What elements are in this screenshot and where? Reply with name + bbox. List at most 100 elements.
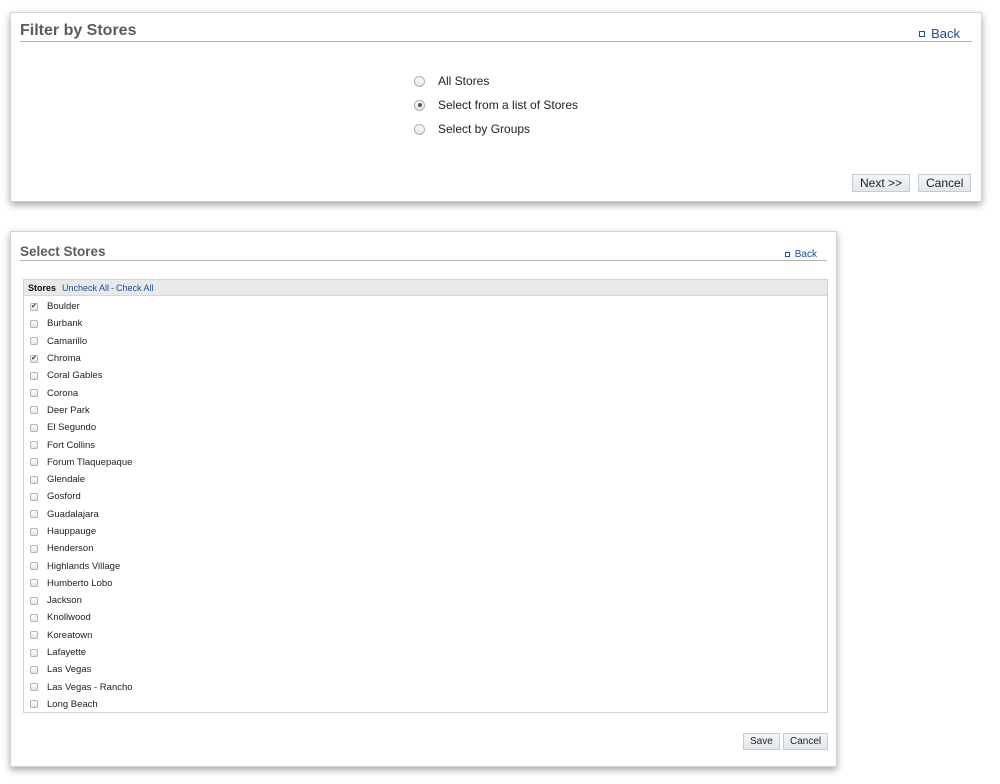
store-name: Knollwood (47, 612, 91, 624)
stores-list-header: Stores Uncheck All - Check All (24, 280, 827, 296)
store-name: Guadalajara (47, 508, 99, 520)
next-button[interactable]: Next >> (852, 174, 911, 192)
checkbox[interactable] (30, 613, 38, 622)
store-name: Highlands Village (47, 560, 121, 572)
store-list: ✔ Boulder Burbank Camarillo ✔ Chroma Coral Gab… (24, 296, 827, 712)
checkbox[interactable] (30, 319, 38, 328)
store-name: Corona (47, 387, 79, 399)
store-item[interactable]: Camarillo (24, 333, 827, 350)
store-name: Jackson (47, 595, 82, 607)
store-name: Humberto Lobo (47, 577, 113, 589)
checkbox[interactable] (30, 458, 38, 467)
store-name: Henderson (47, 543, 94, 555)
store-item[interactable]: Henderson (24, 540, 827, 557)
option-label: Select by Groups (438, 122, 531, 136)
link-separator: - (111, 282, 115, 293)
checkbox[interactable] (30, 371, 38, 380)
store-name: Gosford (47, 491, 81, 503)
store-name: Long Beach (47, 698, 98, 710)
store-item[interactable]: Glendale (24, 471, 827, 488)
store-item[interactable]: El Segundo (24, 419, 827, 436)
store-item[interactable]: Lafayette (24, 644, 827, 661)
checkbox[interactable] (30, 579, 38, 588)
stores-list-label: Stores (28, 282, 57, 293)
store-item[interactable]: Jackson (24, 592, 827, 609)
store-item[interactable]: ✔ Chroma (24, 350, 827, 367)
select-stores-panel: Select Stores Back Stores Uncheck All - … (10, 231, 837, 767)
option-label: All Stores (438, 74, 490, 88)
store-item[interactable]: Deer Park (24, 402, 827, 419)
store-name: Las Vegas - Rancho (47, 681, 133, 693)
store-item[interactable]: Humberto Lobo (24, 575, 827, 592)
uncheck-all-link[interactable]: Uncheck All (62, 283, 109, 293)
store-name: Glendale (47, 474, 86, 486)
checkbox[interactable] (30, 475, 38, 484)
save-button[interactable]: Save (743, 733, 780, 750)
back-square-icon (919, 30, 926, 37)
check-all-link[interactable]: Check All (116, 283, 154, 293)
store-name: Koreatown (47, 629, 93, 641)
checkbox[interactable] (30, 510, 38, 519)
checkbox[interactable] (30, 527, 38, 536)
store-name: Forum Tlaquepaque (47, 456, 133, 468)
checkbox[interactable] (30, 562, 38, 571)
checkbox[interactable] (30, 631, 38, 640)
store-item[interactable]: Gosford (24, 488, 827, 505)
option-select-by-groups[interactable]: Select by Groups (414, 117, 578, 141)
checkbox[interactable] (30, 492, 38, 501)
radio-all-stores[interactable] (414, 75, 425, 87)
radio-select-from-list[interactable] (414, 99, 425, 111)
store-item[interactable]: Knollwood (24, 609, 827, 626)
store-name: El Segundo (47, 422, 97, 434)
store-item[interactable]: Fort Collins (24, 436, 827, 453)
checkbox[interactable] (30, 423, 38, 432)
store-item[interactable]: Forum Tlaquepaque (24, 454, 827, 471)
store-item[interactable]: Corona (24, 384, 827, 401)
checkbox[interactable] (30, 596, 38, 605)
stores-back-link[interactable]: Back (784, 249, 817, 260)
store-name: Camarillo (47, 335, 88, 347)
checkbox[interactable] (30, 337, 38, 346)
store-name: Deer Park (47, 404, 90, 416)
store-item[interactable]: Hauppauge (24, 523, 827, 540)
checkbox[interactable] (30, 544, 38, 553)
store-item[interactable]: Las Vegas - Rancho (24, 679, 827, 696)
checked-checkbox[interactable]: ✔ (30, 302, 38, 311)
store-filter-options: All Stores Select from a list of Stores … (414, 69, 578, 141)
radio-select-by-groups[interactable] (414, 123, 425, 135)
store-item[interactable]: Long Beach (24, 696, 827, 712)
filter-by-stores-panel: Filter by Stores Back All Stores Select … (10, 12, 982, 202)
checkbox[interactable] (30, 389, 38, 398)
filter-panel-header: Filter by Stores Back (20, 13, 972, 42)
stores-back-label: Back (794, 249, 817, 260)
filter-panel-title: Filter by Stores (20, 22, 137, 39)
store-item[interactable]: Guadalajara (24, 506, 827, 523)
option-label: Select from a list of Stores (438, 98, 579, 112)
checkbox[interactable] (30, 441, 38, 450)
store-name: Boulder (47, 301, 80, 313)
filter-back-link[interactable]: Back (919, 26, 960, 41)
stores-list-box[interactable]: Stores Uncheck All - Check All ✔ Boulder B… (23, 279, 828, 713)
store-item[interactable]: Burbank (24, 315, 827, 332)
checkbox[interactable] (30, 648, 38, 657)
option-select-from-list[interactable]: Select from a list of Stores (414, 93, 578, 117)
store-item[interactable]: ✔ Boulder (24, 298, 827, 315)
checkbox[interactable] (30, 406, 38, 415)
checked-checkbox[interactable]: ✔ (30, 354, 38, 363)
checkbox[interactable] (30, 665, 38, 674)
stores-panel-title: Select Stores (20, 244, 106, 259)
store-item[interactable]: Koreatown (24, 627, 827, 644)
checkbox[interactable] (30, 683, 38, 692)
checkbox[interactable] (30, 700, 38, 709)
store-name: Fort Collins (47, 439, 96, 451)
store-name: Coral Gables (47, 370, 103, 382)
option-all-stores[interactable]: All Stores (414, 69, 578, 93)
store-name: Lafayette (47, 647, 87, 659)
stores-cancel-button[interactable]: Cancel (783, 733, 829, 750)
store-item[interactable]: Las Vegas (24, 661, 827, 678)
store-name: Burbank (47, 318, 83, 330)
filter-cancel-button[interactable]: Cancel (918, 174, 972, 192)
store-name: Hauppauge (47, 526, 97, 537)
store-item[interactable]: Coral Gables (24, 367, 827, 384)
store-item[interactable]: Highlands Village (24, 557, 827, 574)
